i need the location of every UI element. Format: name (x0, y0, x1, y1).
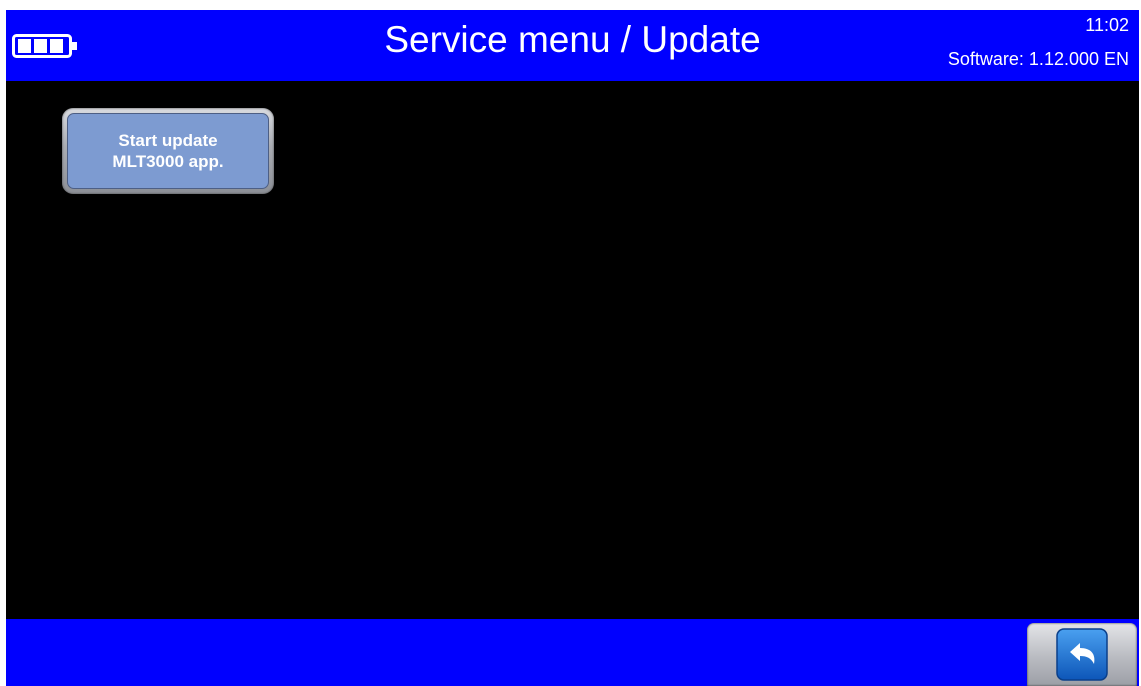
footer-bar (6, 619, 1139, 686)
software-version: Software: 1.12.000 EN (947, 49, 1129, 69)
header-bar: Service menu / Update 11:02 Software: 1.… (6, 10, 1139, 81)
start-update-label-line2: MLT3000 app. (112, 152, 224, 171)
clock-time: 11:02 (1085, 15, 1129, 35)
back-arrow-icon (1056, 628, 1108, 681)
back-button[interactable] (1027, 623, 1137, 686)
start-update-label-line1: Start update (118, 131, 218, 150)
start-update-button[interactable]: Start update MLT3000 app. (62, 108, 274, 194)
start-update-button-face: Start update MLT3000 app. (67, 113, 269, 189)
app-screen: Service menu / Update 11:02 Software: 1.… (6, 10, 1139, 686)
main-content: Start update MLT3000 app. (6, 81, 1139, 619)
